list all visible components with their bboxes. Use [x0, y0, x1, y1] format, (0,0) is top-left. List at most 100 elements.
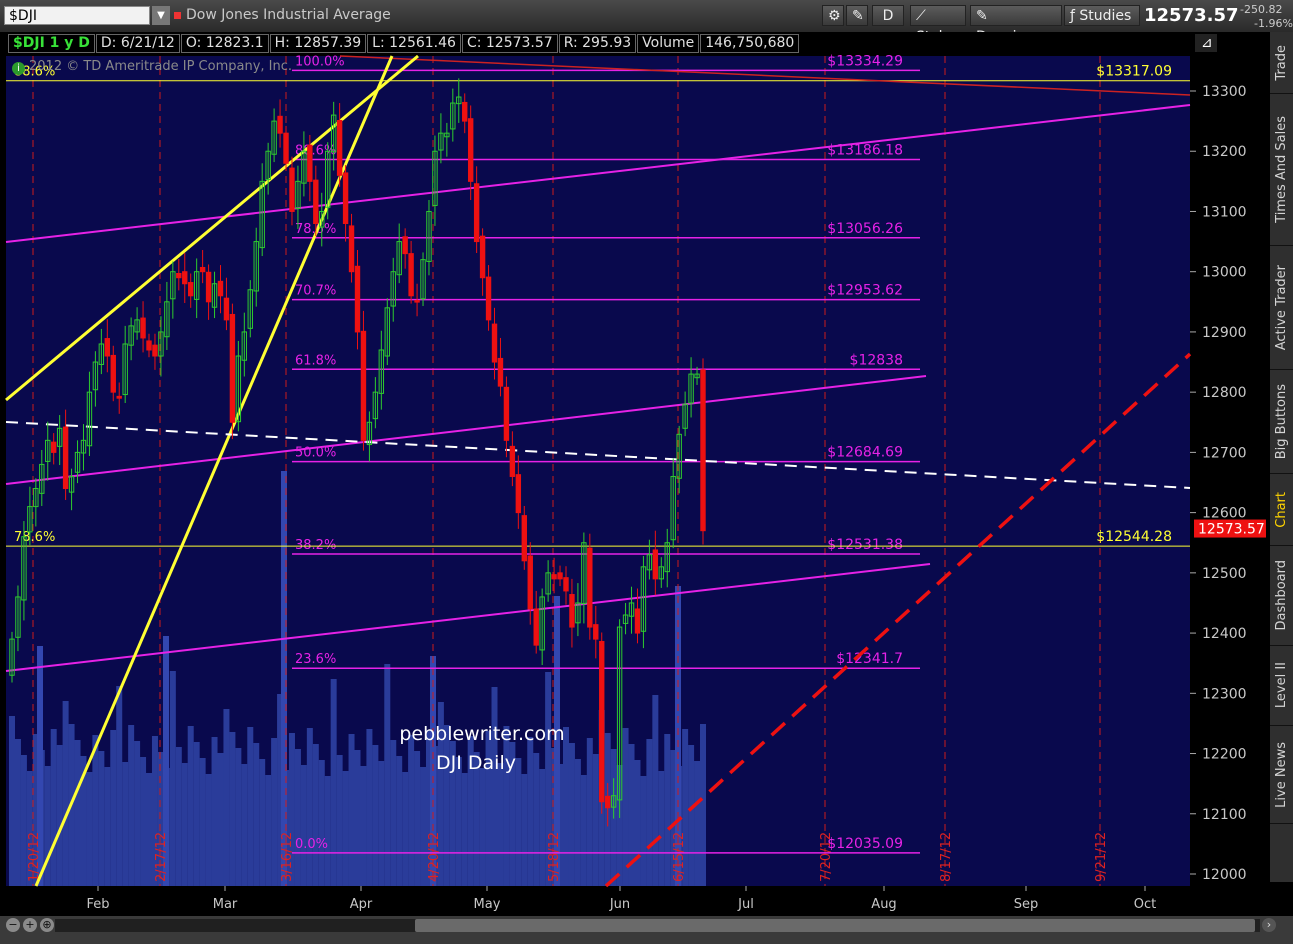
- tab-chart[interactable]: Chart: [1270, 474, 1293, 546]
- zoom-fit-icon[interactable]: ⊕: [40, 918, 54, 932]
- volume-bar: [652, 695, 659, 886]
- volume-bar: [408, 735, 415, 886]
- horizontal-scrollbar[interactable]: [55, 919, 1260, 932]
- volume-bar: [527, 737, 534, 886]
- volume-bar: [217, 753, 224, 886]
- date-label: 5/18/12: [547, 832, 562, 882]
- y-tick-label: 12300: [1202, 686, 1247, 702]
- scroll-right-icon[interactable]: ›: [1262, 918, 1276, 932]
- volume-bar: [62, 701, 69, 886]
- volume-bar: [390, 740, 397, 886]
- tab-label: Big Buttons: [1274, 383, 1289, 460]
- date-label: 8/17/12: [939, 832, 954, 882]
- d-button[interactable]: D: [872, 5, 904, 26]
- volume-bar: [443, 725, 450, 886]
- candle-down: [533, 608, 539, 646]
- tab-label: Level II: [1274, 662, 1289, 709]
- wrench-icon[interactable]: ✎: [846, 5, 868, 26]
- yellow-level-price: $13317.09: [1096, 64, 1172, 80]
- date-label: 6/15/12: [672, 832, 687, 882]
- volume-bar: [92, 735, 99, 886]
- volume-bar: [420, 767, 427, 886]
- fib-level-label: 70.7%: [295, 284, 336, 299]
- volume-bar: [414, 751, 421, 886]
- copyright-text: 2012 © TD Ameritrade IP Company, Inc.: [29, 59, 293, 74]
- tab-times-and-sales[interactable]: Times And Sales: [1270, 94, 1293, 246]
- scrollbar-thumb[interactable]: [415, 919, 1255, 932]
- candle-down: [634, 608, 641, 634]
- net-change: -250.82: [1240, 3, 1283, 16]
- tab-trade[interactable]: Trade: [1270, 32, 1293, 94]
- candle-down: [140, 317, 146, 339]
- candle-down: [414, 300, 420, 303]
- tab-label: Chart: [1274, 491, 1289, 528]
- candle-down: [599, 641, 605, 803]
- volume-bar: [396, 756, 403, 886]
- tab-dashboard[interactable]: Dashboard: [1270, 546, 1293, 646]
- date-label: 3/16/12: [280, 832, 295, 882]
- y-tick-label: 12500: [1202, 566, 1247, 582]
- volume-bar: [146, 773, 153, 886]
- symbol-input[interactable]: $DJI: [4, 6, 150, 25]
- volume-spike: [281, 471, 287, 886]
- candle-down: [176, 272, 182, 279]
- studies-button[interactable]: ƒ Studies: [1064, 5, 1140, 26]
- volume-bar: [56, 745, 63, 886]
- candle-down: [473, 183, 480, 243]
- chart-expand-icon[interactable]: ⊿: [1195, 34, 1217, 52]
- candle-down: [551, 574, 557, 580]
- volume-bar: [360, 766, 367, 886]
- x-tick-label: Jun: [609, 897, 630, 912]
- zoom-out-icon[interactable]: −: [6, 918, 20, 932]
- fib-price-label: $12341.7: [836, 651, 903, 667]
- info-close: C: 12573.57: [461, 34, 558, 53]
- candle-down: [569, 594, 575, 628]
- drawings-button[interactable]: ✎ Drawings: [970, 5, 1062, 45]
- candle-down: [336, 120, 343, 176]
- tab-label: Dashboard: [1274, 560, 1289, 631]
- volume-bar: [640, 776, 647, 886]
- volume-bar: [20, 755, 27, 886]
- fib-level-label: 0.0%: [295, 837, 328, 852]
- candle-down: [527, 555, 533, 610]
- chart-settings-icon[interactable]: ⚙: [822, 5, 844, 26]
- zoom-in-icon[interactable]: +: [23, 918, 37, 932]
- volume-bar: [44, 766, 51, 886]
- volume-bar: [104, 767, 111, 886]
- x-tick-label: Mar: [213, 897, 238, 912]
- volume-bar: [354, 750, 361, 886]
- tab-level-ii[interactable]: Level II: [1270, 646, 1293, 726]
- symbol-dropdown-icon[interactable]: ▼: [152, 6, 170, 25]
- volume-bar: [211, 737, 218, 886]
- volume-bar: [330, 679, 337, 886]
- y-tick-label: 12200: [1202, 747, 1247, 763]
- info-icon: i: [12, 62, 25, 75]
- tab-big-buttons[interactable]: Big Buttons: [1270, 370, 1293, 474]
- price-chart[interactable]: 1/20/12 2/17/12 3/16/12 4/20/12 5/18/12 6/15/…: [0, 32, 1270, 916]
- y-tick-label: 12600: [1202, 506, 1247, 522]
- volume-bar: [175, 747, 182, 886]
- candle-down: [289, 167, 295, 212]
- volume-bar: [9, 716, 15, 886]
- candle-down: [199, 266, 206, 273]
- tab-live-news[interactable]: Live News: [1270, 726, 1293, 824]
- y-tick-label: 13300: [1202, 84, 1247, 100]
- volume-bar: [318, 760, 325, 886]
- volume-bar: [694, 761, 701, 886]
- volume-bar: [265, 775, 272, 886]
- volume-bar: [116, 686, 123, 886]
- style-button[interactable]: ⟋ Style: [910, 5, 966, 45]
- volume-bar: [241, 764, 248, 886]
- candle-down: [557, 572, 563, 580]
- candle-down: [188, 282, 194, 297]
- studies-icon: ƒ: [1070, 8, 1075, 24]
- tab-label: Trade: [1274, 44, 1289, 81]
- info-volume: 146,750,680: [700, 34, 800, 53]
- tab-active-trader[interactable]: Active Trader: [1270, 246, 1293, 370]
- volume-bar: [402, 772, 409, 886]
- volume-bar: [134, 741, 141, 886]
- volume-bar: [300, 765, 307, 886]
- info-symbol-period[interactable]: $DJI 1 y D: [8, 34, 95, 53]
- volume-bar: [50, 729, 57, 886]
- volume-bar: [193, 742, 200, 886]
